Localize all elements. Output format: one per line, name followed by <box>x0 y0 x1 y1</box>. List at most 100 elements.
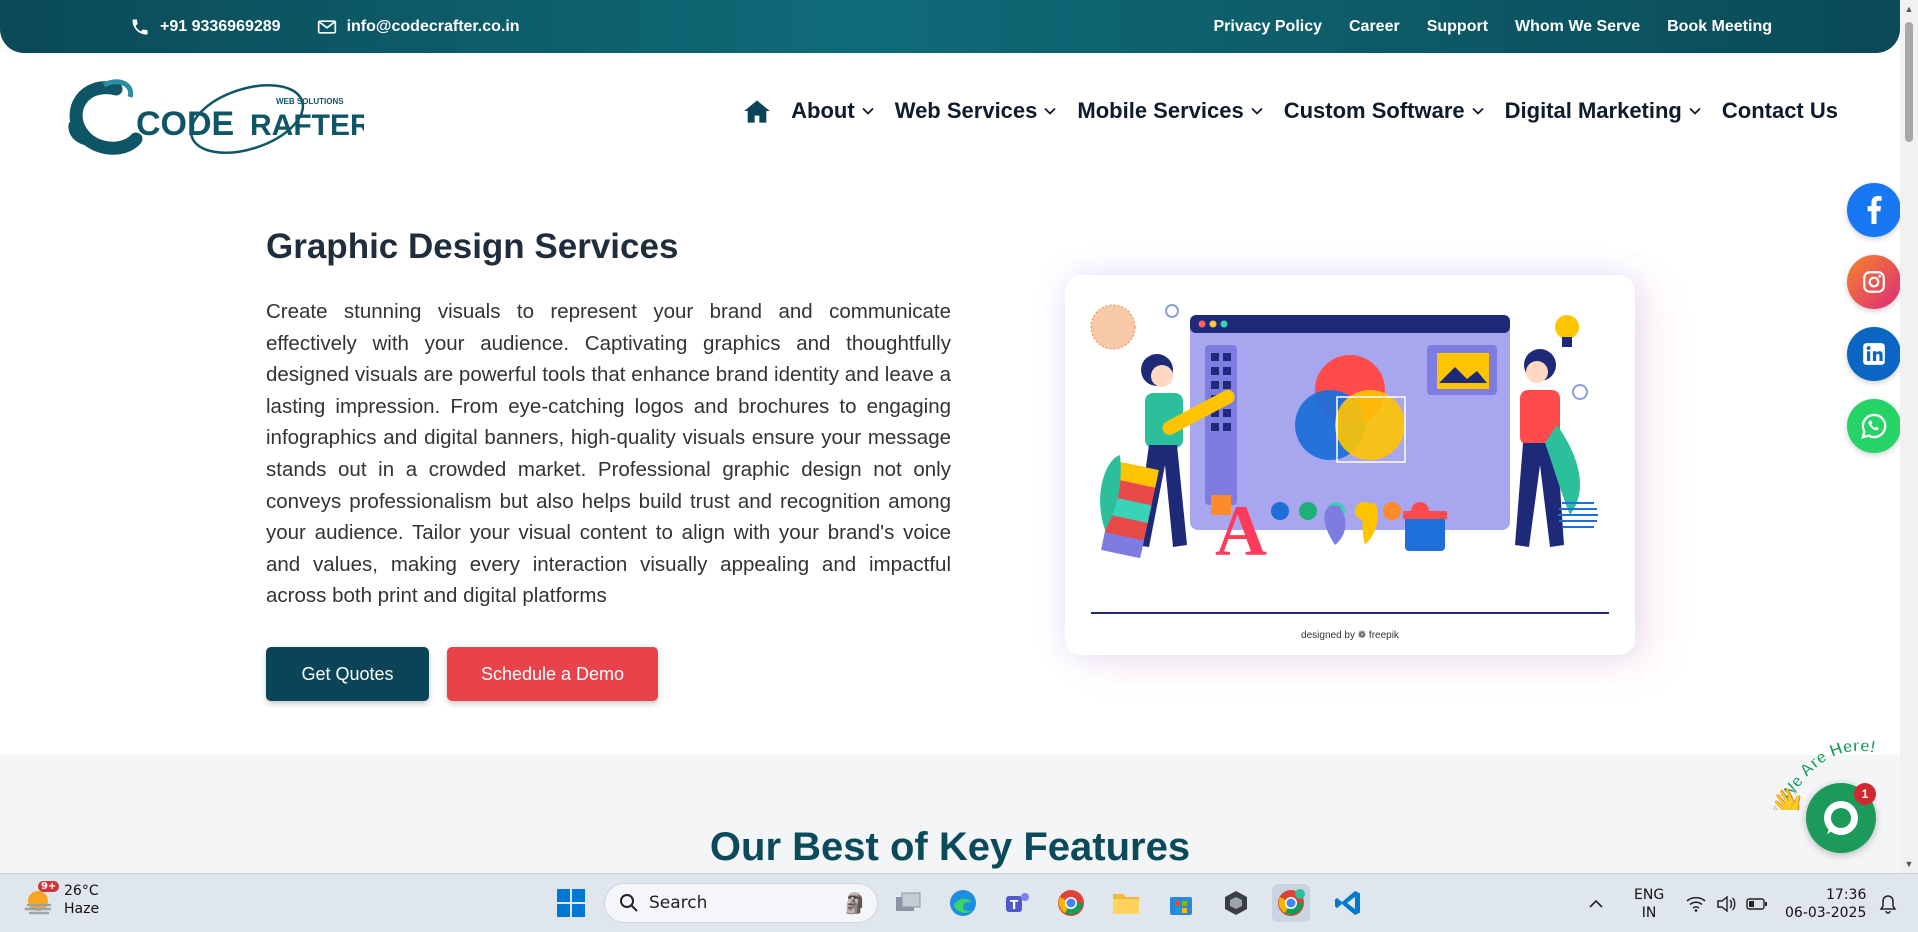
top-contact-bar: +91 9336969289 info@codecrafter.co.in Pr… <box>0 0 1900 53</box>
volume-icon <box>1717 895 1736 912</box>
nav-web-services[interactable]: Web Services <box>895 98 1058 124</box>
battery-icon <box>1746 897 1767 910</box>
teams-icon: T <box>1006 893 1029 912</box>
page-scrollbar[interactable]: ▲ ▼ <box>1900 0 1918 873</box>
scroll-up-arrow-icon[interactable]: ▲ <box>1904 4 1914 14</box>
weather-desc: Haze <box>64 901 100 917</box>
vscode-icon <box>1335 891 1360 915</box>
site-header: CODE RAFTER WEB SOLUTIONS About Web Serv… <box>0 53 1900 175</box>
scrollbar-thumb[interactable] <box>1905 22 1913 142</box>
search-placeholder: Search <box>649 893 708 913</box>
start-button[interactable] <box>552 884 590 922</box>
waving-hand-icon: 👋 <box>1770 787 1805 810</box>
linkedin-button[interactable] <box>1847 327 1901 381</box>
phone-link[interactable]: +91 9336969289 <box>130 17 281 37</box>
chat-button[interactable]: 1 <box>1806 783 1876 853</box>
chevron-down-icon <box>1251 107 1263 115</box>
book-meeting-link[interactable]: Book Meeting <box>1667 18 1772 36</box>
phone-icon <box>132 19 148 34</box>
edge-button[interactable] <box>944 884 982 922</box>
search-icon <box>620 894 638 912</box>
app-button[interactable] <box>1217 884 1255 922</box>
show-hidden-icons-button[interactable] <box>1588 874 1604 932</box>
chevron-up-icon <box>1589 899 1603 908</box>
nav-custom-software[interactable]: Custom Software <box>1284 98 1485 124</box>
logo-tagline: WEB SOLUTIONS <box>276 97 344 106</box>
nav-about[interactable]: About <box>791 98 875 124</box>
system-tray-status[interactable] <box>1686 874 1768 932</box>
task-view-icon <box>896 892 921 911</box>
nav-custom-software-label: Custom Software <box>1283 98 1465 123</box>
features-section: Our Best of Key Features <box>0 755 1900 873</box>
mail-icon <box>317 19 336 34</box>
edge-icon <box>950 890 976 916</box>
clock[interactable]: 17:36 06-03-2025 <box>1785 874 1866 932</box>
windows-logo-icon <box>557 889 585 917</box>
get-quotes-button[interactable]: Get Quotes <box>266 647 429 701</box>
vscode-button[interactable] <box>1329 884 1367 922</box>
weather-icon: 9+ <box>22 881 60 917</box>
nav-contact-us[interactable]: Contact Us <box>1722 98 1838 124</box>
weather-widget[interactable]: 9+ 26°C Haze <box>22 881 100 918</box>
image-credit: designed by ❁ freepik <box>1301 630 1399 641</box>
whom-we-serve-link[interactable]: Whom We Serve <box>1515 18 1640 36</box>
search-highlight-icon: 🗿 <box>842 891 867 915</box>
chat-unread-badge: 1 <box>1854 783 1876 805</box>
phone-number: +91 9336969289 <box>160 17 281 35</box>
logo-text-code: CODE <box>136 105 234 143</box>
task-view-button[interactable] <box>889 884 927 922</box>
hero-section: Graphic Design Services Create stunning … <box>0 175 1900 755</box>
contact-info: +91 9336969289 info@codecrafter.co.in <box>130 17 520 37</box>
chrome-profile-button[interactable] <box>1272 884 1310 922</box>
schedule-demo-button[interactable]: Schedule a Demo <box>447 647 658 701</box>
top-links: Privacy Policy Career Support Whom We Se… <box>1213 18 1772 36</box>
region-code: IN <box>1641 904 1657 921</box>
home-icon <box>744 100 771 123</box>
folder-icon <box>1113 894 1139 914</box>
store-icon <box>1170 897 1192 915</box>
wifi-icon <box>1686 896 1706 912</box>
email-link[interactable]: info@codecrafter.co.in <box>317 18 520 36</box>
clock-date: 06-03-2025 <box>1785 904 1867 921</box>
nav-web-services-label: Web Services <box>894 98 1038 123</box>
main-nav: About Web Services Mobile Services Custo… <box>743 98 1838 124</box>
taskbar-search[interactable]: Search 🗿 <box>604 883 878 923</box>
cube-app-icon <box>1225 891 1247 915</box>
teams-button[interactable]: T <box>998 884 1036 922</box>
chrome-profile-icon <box>1278 889 1305 916</box>
file-explorer-button[interactable] <box>1107 884 1145 922</box>
language-indicator[interactable]: ENG IN <box>1634 874 1664 932</box>
nav-contact-us-label: Contact Us <box>1721 98 1838 123</box>
nav-mobile-services[interactable]: Mobile Services <box>1077 98 1263 124</box>
home-link[interactable] <box>743 98 771 124</box>
chrome-button[interactable] <box>1052 884 1090 922</box>
support-link[interactable]: Support <box>1427 18 1488 36</box>
chevron-down-icon <box>1044 107 1057 115</box>
nav-about-label: About <box>791 98 855 123</box>
whatsapp-button[interactable] <box>1847 399 1901 453</box>
page-title: Graphic Design Services <box>266 227 679 266</box>
chevron-down-icon <box>862 107 874 115</box>
graphic-design-illustration: A designed by ❁ freepik <box>1065 275 1635 655</box>
linkedin-icon <box>1863 343 1885 365</box>
scroll-down-arrow-icon[interactable]: ▼ <box>1904 859 1914 869</box>
facebook-button[interactable] <box>1847 183 1901 237</box>
store-button[interactable] <box>1162 884 1200 922</box>
weather-temp: 26°C <box>64 883 99 899</box>
hero-description: Create stunning visuals to represent you… <box>266 300 951 608</box>
codecrafter-logo[interactable]: CODE RAFTER WEB SOLUTIONS <box>64 71 372 161</box>
language-code: ENG <box>1634 886 1665 903</box>
weather-alert-badge: 9+ <box>38 881 60 892</box>
career-link[interactable]: Career <box>1349 18 1400 36</box>
instagram-icon <box>1863 271 1885 293</box>
features-title: Our Best of Key Features <box>709 825 1191 869</box>
privacy-policy-link[interactable]: Privacy Policy <box>1213 18 1322 36</box>
chevron-down-icon <box>1689 107 1701 115</box>
nav-digital-marketing[interactable]: Digital Marketing <box>1505 98 1702 124</box>
chrome-icon <box>1058 890 1084 916</box>
bell-icon <box>1879 894 1897 914</box>
notifications-button[interactable] <box>1878 874 1898 932</box>
instagram-button[interactable] <box>1847 255 1901 309</box>
windows-taskbar: 9+ 26°C Haze Search 🗿 T ENG IN 17:36 06-… <box>0 873 1918 932</box>
illustration-letter: A <box>1215 491 1267 571</box>
